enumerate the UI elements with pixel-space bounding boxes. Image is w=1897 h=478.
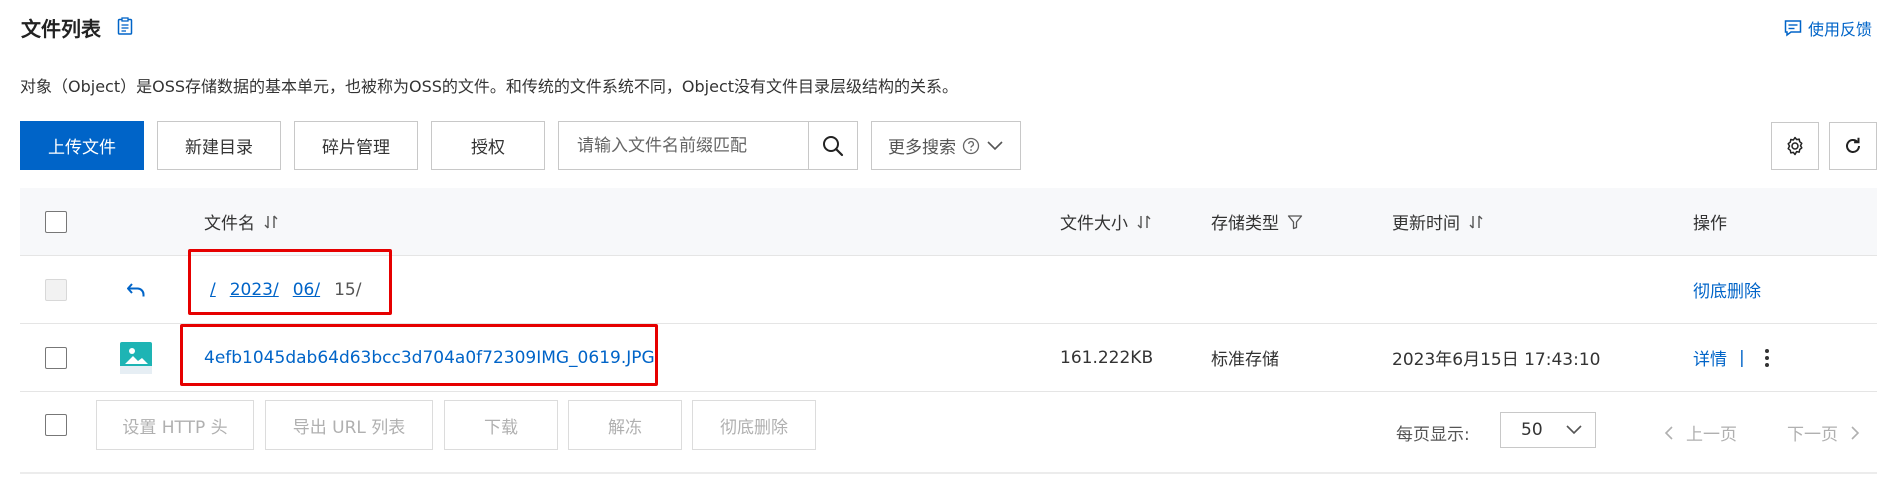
file-list-page: 文件列表 使用反馈 对象（Object）是OSS存储数据的基本单元，也被称为OS… — [0, 0, 1897, 478]
search-button[interactable] — [808, 121, 858, 170]
download-button[interactable]: 下载 — [444, 400, 558, 450]
image-file-icon — [120, 341, 152, 374]
column-storage-label: 存储类型 — [1211, 214, 1279, 234]
row-checkbox-disabled — [45, 278, 67, 301]
sort-icon[interactable] — [263, 214, 279, 230]
settings-button[interactable] — [1771, 122, 1819, 170]
column-storage[interactable]: 存储类型 — [1211, 188, 1303, 255]
sort-icon[interactable] — [1468, 214, 1484, 230]
export-url-list-button[interactable]: 导出 URL 列表 — [265, 400, 433, 450]
prev-page-label: 上一页 — [1686, 425, 1737, 445]
search-box — [558, 121, 858, 170]
next-page-button[interactable]: 下一页 — [1787, 420, 1860, 445]
breadcrumb-current: 15/ — [334, 279, 362, 300]
chevron-down-icon — [987, 140, 1003, 150]
column-size[interactable]: 文件大小 — [1060, 188, 1152, 255]
sort-icon[interactable] — [1136, 214, 1152, 230]
updated-time: 2023年6月15日 17:43:10 — [1392, 350, 1601, 370]
select-all-checkbox[interactable] — [45, 210, 67, 233]
more-vertical-icon[interactable] — [1763, 348, 1771, 368]
prev-page-button[interactable]: 上一页 — [1664, 420, 1737, 445]
new-directory-button[interactable]: 新建目录 — [157, 121, 281, 170]
delete-folder-link[interactable]: 彻底删除 — [1693, 277, 1761, 302]
feedback-label: 使用反馈 — [1807, 20, 1872, 39]
back-button[interactable] — [126, 256, 148, 323]
refresh-icon — [1846, 137, 1860, 153]
table-row: 4efb1045dab64d63bcc3d704a0f72309IMG_0619… — [20, 324, 1877, 392]
page-title: 文件列表 — [21, 17, 101, 41]
file-name-link[interactable]: 4efb1045dab64d63bcc3d704a0f72309IMG_0619… — [204, 348, 655, 368]
column-name[interactable]: 文件名 — [204, 188, 279, 255]
unfreeze-button[interactable]: 解冻 — [568, 400, 682, 450]
file-table: 文件名 文件大小 存储类型 更新时间 操作 / 2023/ 06/ 15/ 彻底… — [20, 188, 1877, 392]
action-separator: | — [1739, 347, 1745, 368]
column-actions-label: 操作 — [1693, 214, 1727, 234]
column-size-label: 文件大小 — [1060, 214, 1128, 234]
breadcrumb-2023[interactable]: 2023/ — [230, 280, 279, 300]
refresh-button[interactable] — [1829, 122, 1877, 170]
per-page-select[interactable]: 50 — [1500, 412, 1596, 448]
more-search-dropdown[interactable]: 更多搜索 — [871, 121, 1021, 170]
footer-select-all-checkbox[interactable] — [45, 414, 67, 436]
authorize-button[interactable]: 授权 — [431, 121, 545, 170]
search-icon — [823, 135, 844, 156]
chevron-left-icon — [1664, 425, 1673, 440]
toolbar: 上传文件 新建目录 碎片管理 授权 更多搜索 — [20, 121, 1021, 170]
breadcrumb-row: / 2023/ 06/ 15/ 彻底删除 — [20, 256, 1877, 324]
clipboard-icon[interactable] — [117, 17, 133, 35]
breadcrumb-root[interactable]: / — [210, 280, 216, 300]
set-http-header-button[interactable]: 设置 HTTP 头 — [96, 400, 254, 450]
page-description: 对象（Object）是OSS存储数据的基本单元，也被称为OSS的文件。和传统的文… — [20, 77, 959, 96]
search-input[interactable] — [558, 121, 808, 170]
table-header: 文件名 文件大小 存储类型 更新时间 操作 — [20, 188, 1877, 256]
column-name-label: 文件名 — [204, 214, 255, 234]
per-page-label: 每页显示: — [1396, 425, 1470, 445]
filter-icon[interactable] — [1287, 214, 1303, 230]
per-page-value: 50 — [1521, 420, 1543, 440]
more-search-label: 更多搜索 — [888, 138, 956, 158]
bulk-delete-button[interactable]: 彻底删除 — [692, 400, 816, 450]
chevron-down-icon — [1566, 425, 1582, 435]
feedback-link[interactable]: 使用反馈 — [1784, 16, 1872, 40]
column-updated[interactable]: 更新时间 — [1392, 188, 1484, 255]
fragment-management-button[interactable]: 碎片管理 — [294, 121, 418, 170]
breadcrumb: / 2023/ 06/ 15/ — [210, 256, 361, 323]
row-checkbox[interactable] — [45, 346, 67, 369]
next-page-label: 下一页 — [1787, 425, 1838, 445]
chevron-right-icon — [1851, 425, 1860, 440]
help-circle-icon[interactable] — [962, 137, 980, 155]
divider — [20, 472, 1877, 474]
upload-file-button[interactable]: 上传文件 — [20, 121, 144, 170]
bulk-actions-bar: 设置 HTTP 头 导出 URL 列表 下载 解冻 彻底删除 每页显示: 50 … — [20, 400, 1877, 452]
back-arrow-icon — [127, 282, 145, 296]
column-updated-label: 更新时间 — [1392, 214, 1460, 234]
file-size: 161.222KB — [1060, 347, 1154, 368]
breadcrumb-06[interactable]: 06/ — [293, 280, 320, 300]
detail-link[interactable]: 详情 — [1693, 345, 1727, 370]
feedback-icon — [1784, 20, 1802, 37]
storage-type: 标准存储 — [1211, 350, 1279, 370]
gear-icon — [1787, 136, 1803, 156]
